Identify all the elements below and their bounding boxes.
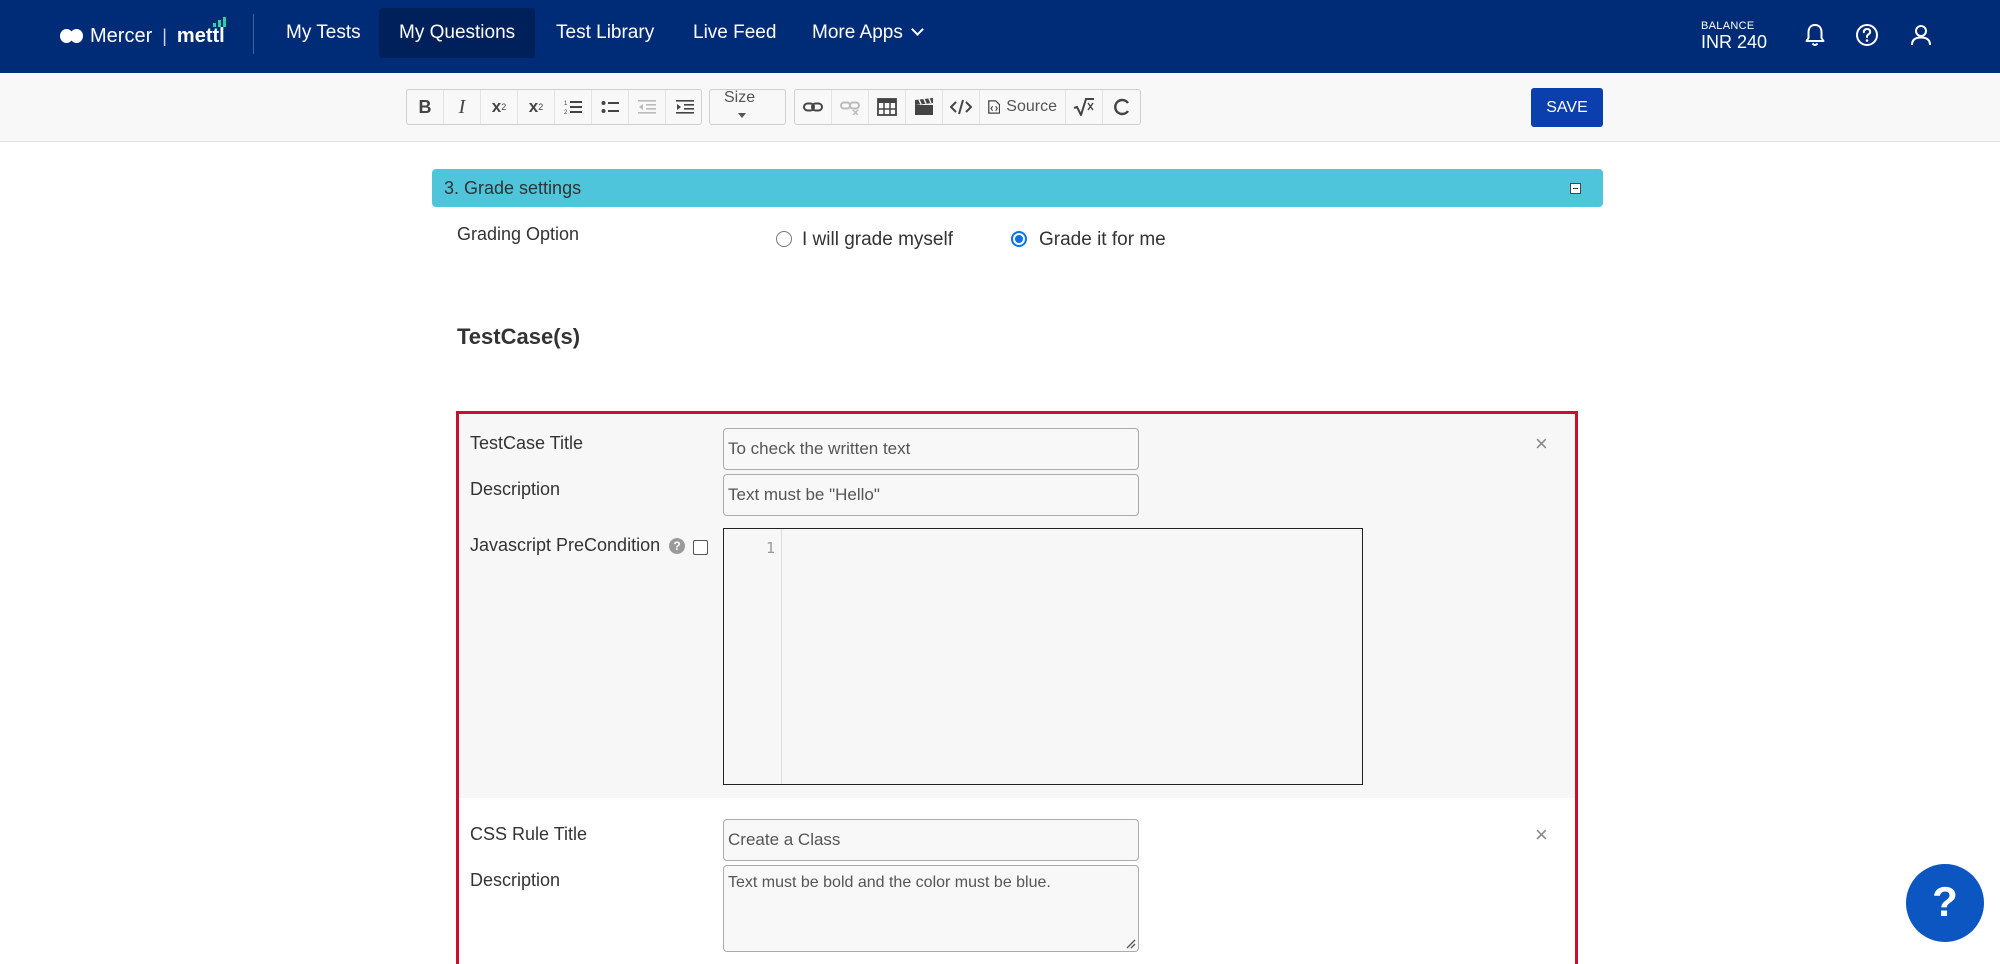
source-button[interactable]: Source bbox=[980, 90, 1066, 124]
radio-grade-for-me[interactable] bbox=[1011, 231, 1027, 247]
brand-mettl: mettl bbox=[177, 16, 226, 48]
indent-button[interactable] bbox=[666, 90, 703, 124]
nav-my-questions[interactable]: My Questions bbox=[379, 8, 536, 58]
brand-separator: | bbox=[162, 25, 167, 46]
table-button[interactable] bbox=[869, 90, 906, 124]
editor-toolbar: B I x2 x2 12 Size Source SAVE bbox=[0, 73, 2000, 142]
brand-logo[interactable]: Mercer | mettl bbox=[60, 16, 226, 50]
remove-css-rule-icon[interactable]: × bbox=[1535, 824, 1548, 846]
mercer-logo-icon bbox=[60, 29, 84, 43]
numbered-list-button[interactable]: 12 bbox=[555, 90, 592, 124]
link-button[interactable] bbox=[795, 90, 832, 124]
unlink-icon bbox=[840, 101, 860, 115]
bell-icon[interactable] bbox=[1800, 20, 1830, 50]
css-rule-description-text: Text must be bold and the color must be … bbox=[728, 874, 1051, 891]
testcase-description-label: Description bbox=[470, 479, 561, 499]
precondition-checkbox[interactable] bbox=[693, 540, 708, 555]
chevron-down-icon bbox=[910, 23, 924, 36]
line-number: 1 bbox=[765, 539, 775, 557]
nav-more-apps[interactable]: More Apps bbox=[792, 8, 942, 58]
code-gutter: 1 bbox=[724, 529, 782, 784]
remove-testcase-icon[interactable]: × bbox=[1535, 433, 1548, 455]
top-navbar: Mercer | mettl My Tests My Questions Tes… bbox=[0, 0, 2000, 73]
indent-icon bbox=[675, 100, 694, 114]
clapperboard-icon bbox=[915, 98, 933, 115]
table-icon bbox=[877, 98, 897, 116]
bulleted-list-icon bbox=[601, 101, 619, 113]
square-root-icon bbox=[1073, 98, 1094, 116]
css-rule-title-input[interactable]: Create a Class bbox=[723, 819, 1139, 861]
nav-live-feed[interactable]: Live Feed bbox=[673, 8, 796, 58]
radio-grade-myself[interactable] bbox=[776, 231, 792, 247]
outdent-button[interactable] bbox=[629, 90, 666, 124]
save-button[interactable]: SAVE bbox=[1531, 88, 1603, 127]
css-rule-description-label: Description bbox=[470, 870, 561, 890]
outdent-icon bbox=[638, 100, 656, 114]
testcase-container: TestCase Title To check the written text… bbox=[456, 411, 1578, 964]
question-help-icon[interactable]: ? bbox=[669, 538, 685, 554]
help-circle-icon[interactable] bbox=[1852, 20, 1882, 50]
balance-label: BALANCE bbox=[1701, 20, 1755, 32]
insert-group: Source bbox=[794, 89, 1141, 125]
bulleted-list-button[interactable] bbox=[592, 90, 629, 124]
testcase-block: TestCase Title To check the written text… bbox=[459, 414, 1575, 798]
grading-option-label: Grading Option bbox=[457, 224, 580, 244]
nav-divider bbox=[253, 14, 254, 54]
testcases-title: TestCase(s) bbox=[457, 324, 581, 349]
svg-text:1: 1 bbox=[564, 101, 568, 107]
source-label: Source bbox=[1006, 98, 1057, 115]
video-button[interactable] bbox=[906, 90, 943, 124]
source-doc-icon bbox=[988, 100, 1001, 114]
italic-button[interactable]: I bbox=[444, 90, 481, 124]
format-group: B I x2 x2 12 bbox=[406, 89, 702, 125]
mettl-bars-icon bbox=[212, 16, 227, 27]
size-dropdown[interactable]: Size bbox=[709, 89, 786, 125]
refresh-icon bbox=[1113, 98, 1129, 116]
unlink-button[interactable] bbox=[832, 90, 869, 124]
precondition-code-editor[interactable]: 1 bbox=[723, 528, 1363, 785]
precondition-label: Javascript PreCondition bbox=[470, 535, 661, 555]
math-button[interactable] bbox=[1066, 90, 1103, 124]
code-icon bbox=[950, 99, 972, 115]
nav-test-library[interactable]: Test Library bbox=[536, 8, 674, 58]
testcase-description-input[interactable]: Text must be "Hello" bbox=[723, 474, 1139, 516]
nav-my-tests[interactable]: My Tests bbox=[266, 8, 381, 58]
user-icon[interactable] bbox=[1906, 20, 1936, 50]
size-label: Size bbox=[724, 89, 756, 106]
code-button[interactable] bbox=[943, 90, 980, 124]
radio-grade-myself-label[interactable]: I will grade myself bbox=[802, 229, 953, 251]
testcase-title-input[interactable]: To check the written text bbox=[723, 428, 1139, 470]
css-rule-description-textarea[interactable]: Text must be bold and the color must be … bbox=[723, 865, 1139, 952]
subscript-button[interactable]: x2 bbox=[518, 90, 555, 124]
svg-text:2: 2 bbox=[564, 110, 568, 115]
superscript-button[interactable]: x2 bbox=[481, 90, 518, 124]
bold-button[interactable]: B bbox=[407, 90, 444, 124]
help-fab-button[interactable]: ? bbox=[1906, 864, 1984, 942]
css-rule-title-label: CSS Rule Title bbox=[470, 824, 588, 844]
link-icon bbox=[803, 102, 823, 112]
caret-down-icon bbox=[738, 113, 746, 119]
balance-value: INR 240 bbox=[1701, 32, 1768, 52]
resize-grip-icon[interactable] bbox=[1124, 937, 1136, 949]
balance-display: BALANCE INR 240 bbox=[1701, 20, 1767, 52]
brand-mercer: Mercer bbox=[90, 24, 153, 47]
radio-grade-for-me-label[interactable]: Grade it for me bbox=[1039, 229, 1166, 251]
testcase-title-label: TestCase Title bbox=[470, 433, 584, 453]
refresh-button[interactable] bbox=[1103, 90, 1140, 124]
numbered-list-icon: 12 bbox=[564, 101, 582, 115]
collapse-icon[interactable] bbox=[1570, 183, 1581, 194]
grade-settings-header[interactable]: 3. Grade settings bbox=[432, 169, 1603, 207]
grade-settings-title: 3. Grade settings bbox=[444, 178, 582, 198]
